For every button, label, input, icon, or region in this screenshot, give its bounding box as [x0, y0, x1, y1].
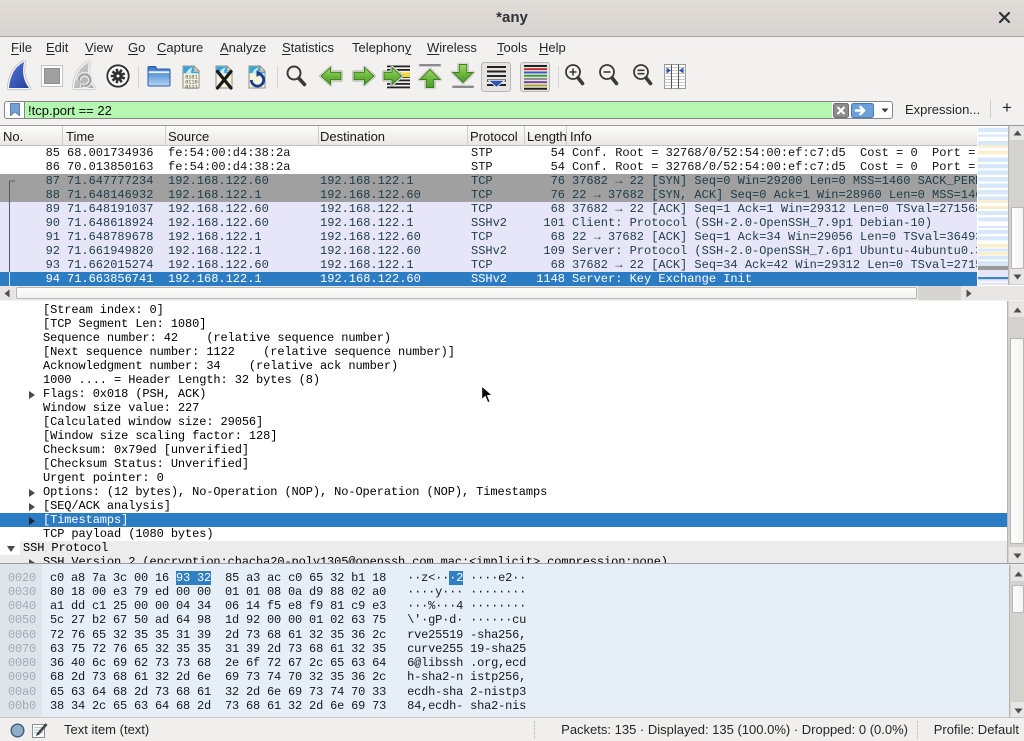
svg-text:0111: 0111 [185, 84, 197, 90]
